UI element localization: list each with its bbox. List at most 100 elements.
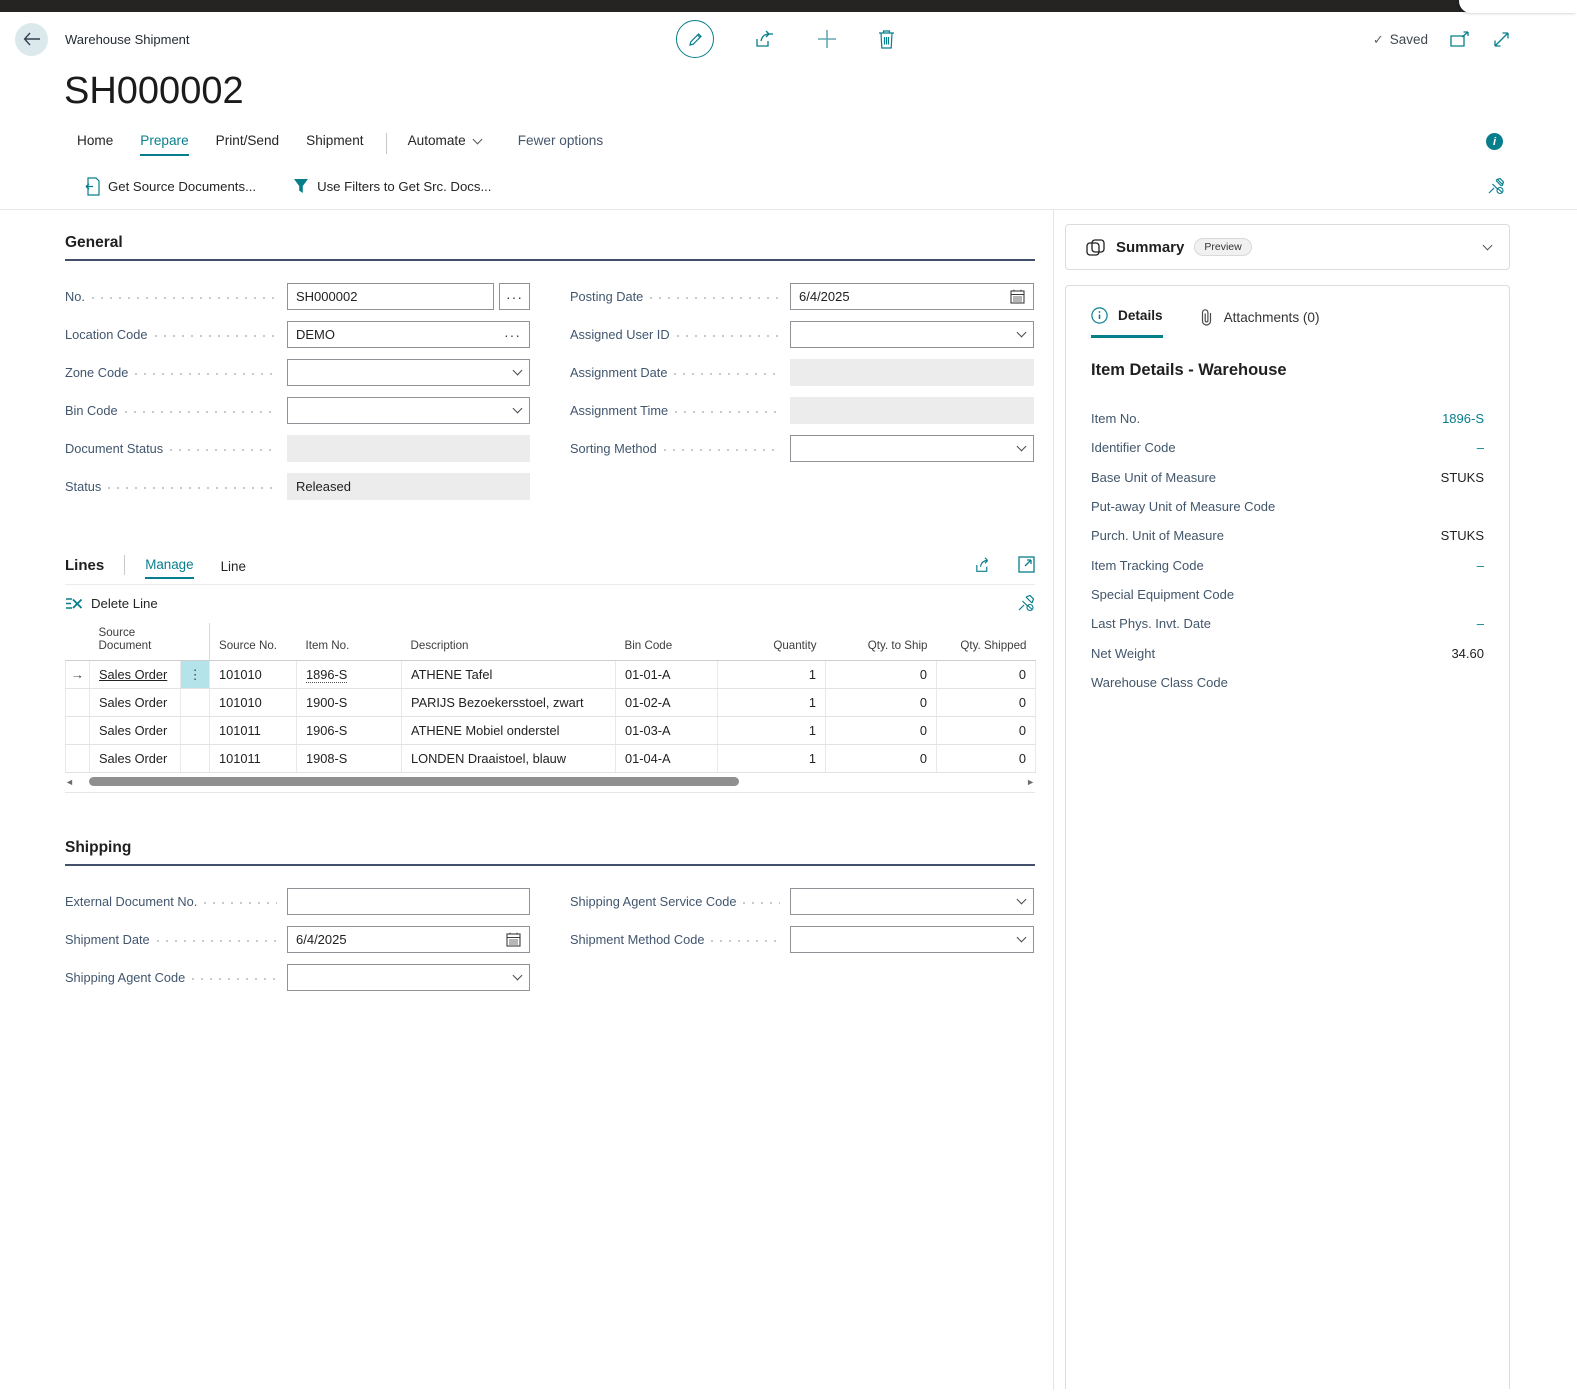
cell-source-no[interactable]: 101010 <box>210 661 297 689</box>
col-bin-code[interactable]: Bin Code <box>616 623 718 661</box>
tab-shipment[interactable]: Shipment <box>306 133 363 154</box>
calendar-icon[interactable] <box>1010 289 1025 304</box>
tab-print-send[interactable]: Print/Send <box>216 133 279 154</box>
cell-bin-code[interactable]: 01-04-A <box>616 745 718 773</box>
cell-source-document[interactable]: Sales Order <box>90 689 181 717</box>
cell-item-no[interactable]: 1896-S <box>297 661 402 689</box>
chevron-down-icon[interactable] <box>1017 895 1027 905</box>
tab-prepare[interactable]: Prepare <box>140 133 188 156</box>
general-section-heading[interactable]: General <box>65 234 1035 261</box>
chevron-down-icon[interactable] <box>513 971 523 981</box>
cell-quantity[interactable]: 1 <box>718 661 826 689</box>
use-filters-button[interactable]: Use Filters to Get Src. Docs... <box>293 178 491 194</box>
sorting-method-dropdown[interactable] <box>790 435 1034 462</box>
share-button[interactable] <box>755 29 776 49</box>
row-menu-cell[interactable] <box>181 717 210 745</box>
row-menu-cell[interactable] <box>181 689 210 717</box>
scroll-left-arrow[interactable]: ◄ <box>65 777 77 787</box>
unpin-icon[interactable] <box>1017 594 1035 612</box>
shipment-date-input-field[interactable] <box>296 932 506 947</box>
summary-card[interactable]: Summary Preview <box>1065 224 1510 270</box>
cell-qty-shipped[interactable]: 0 <box>937 717 1036 745</box>
cell-qty-to-ship[interactable]: 0 <box>826 717 937 745</box>
cell-source-no[interactable]: 101011 <box>210 717 297 745</box>
cell-source-document[interactable]: Sales Order <box>90 717 181 745</box>
col-source-document[interactable]: Source Document <box>90 623 181 661</box>
cell-bin-code[interactable]: 01-03-A <box>616 717 718 745</box>
shipment-method-code-input-field[interactable] <box>799 932 1018 947</box>
calendar-icon[interactable] <box>506 932 521 947</box>
col-quantity[interactable]: Quantity <box>718 623 826 661</box>
no-assist-edit-button[interactable]: ··· <box>499 283 530 310</box>
location-code-input[interactable]: ··· <box>287 321 530 348</box>
shipment-method-code-dropdown[interactable] <box>790 926 1034 953</box>
lines-tab-manage[interactable]: Manage <box>145 557 193 579</box>
delete-line-button[interactable]: Delete Line <box>65 596 158 611</box>
cell-source-document[interactable]: Sales Order <box>90 745 181 773</box>
cell-description[interactable]: ATHENE Tafel <box>402 661 616 689</box>
tab-automate[interactable]: Automate <box>408 133 481 148</box>
no-input[interactable] <box>287 283 494 310</box>
expand-page-button[interactable] <box>1492 30 1511 49</box>
cell-item-no[interactable]: 1906-S <box>297 717 402 745</box>
cell-source-document[interactable]: Sales Order <box>90 661 181 689</box>
unpin-icon[interactable] <box>1487 177 1505 195</box>
lines-focus-mode-icon[interactable] <box>1018 556 1035 574</box>
item-no-link[interactable]: 1896-S <box>1442 411 1484 426</box>
tab-details[interactable]: Details <box>1091 307 1163 338</box>
ellipsis-icon[interactable]: ··· <box>504 330 521 340</box>
lines-tab-line[interactable]: Line <box>221 559 246 579</box>
edit-button[interactable] <box>676 20 714 58</box>
identifier-code-link[interactable]: – <box>1477 440 1484 455</box>
col-item-no[interactable]: Item No. <box>297 623 402 661</box>
shipping-agent-code-dropdown[interactable] <box>287 964 530 991</box>
tab-home[interactable]: Home <box>77 133 113 154</box>
chevron-down-icon[interactable] <box>1017 933 1027 943</box>
cell-item-no[interactable]: 1900-S <box>297 689 402 717</box>
bin-code-input-field[interactable] <box>296 403 514 418</box>
cell-qty-shipped[interactable]: 0 <box>937 661 1036 689</box>
agent-service-code-input-field[interactable] <box>799 894 1018 909</box>
source-document-link[interactable]: Sales Order <box>99 667 167 682</box>
cell-description[interactable]: PARIJS Bezoekersstoel, zwart <box>402 689 616 717</box>
cell-source-no[interactable]: 101010 <box>210 689 297 717</box>
cell-item-no[interactable]: 1908-S <box>297 745 402 773</box>
open-in-new-window-button[interactable] <box>1450 31 1470 49</box>
chevron-down-icon[interactable] <box>513 366 523 376</box>
scrollbar-thumb[interactable] <box>89 777 739 786</box>
cell-qty-shipped[interactable]: 0 <box>937 745 1036 773</box>
chevron-down-icon[interactable] <box>513 404 523 414</box>
cell-quantity[interactable]: 1 <box>718 689 826 717</box>
bin-code-dropdown[interactable] <box>287 397 530 424</box>
new-record-button[interactable] <box>817 29 837 49</box>
assigned-user-dropdown[interactable] <box>790 321 1034 348</box>
tab-fewer-options[interactable]: Fewer options <box>518 133 603 148</box>
sorting-method-input-field[interactable] <box>799 441 1018 456</box>
cell-quantity[interactable]: 1 <box>718 717 826 745</box>
cell-description[interactable]: ATHENE Mobiel onderstel <box>402 717 616 745</box>
cell-description[interactable]: LONDEN Draaistoel, blauw <box>402 745 616 773</box>
col-source-no[interactable]: Source No. <box>210 623 297 661</box>
cell-source-no[interactable]: 101011 <box>210 745 297 773</box>
shipment-date-input[interactable] <box>287 926 530 953</box>
zone-code-input-field[interactable] <box>296 365 514 380</box>
item-no-link[interactable]: 1896-S <box>306 667 347 683</box>
scrollbar-track[interactable] <box>77 777 1023 786</box>
cell-qty-to-ship[interactable]: 0 <box>826 745 937 773</box>
row-menu-cell[interactable] <box>181 745 210 773</box>
scroll-right-arrow[interactable]: ► <box>1023 777 1035 787</box>
col-qty-to-ship[interactable]: Qty. to Ship <box>826 623 937 661</box>
external-doc-no-input[interactable] <box>287 888 530 915</box>
tab-attachments[interactable]: Attachments (0) <box>1199 307 1320 338</box>
posting-date-input[interactable] <box>790 283 1034 310</box>
shipping-section-heading[interactable]: Shipping <box>65 839 1035 866</box>
cell-qty-to-ship[interactable]: 0 <box>826 689 937 717</box>
row-menu-button[interactable]: ⋮ <box>181 661 210 689</box>
agent-service-code-dropdown[interactable] <box>790 888 1034 915</box>
lines-share-icon[interactable] <box>975 556 994 574</box>
shipping-agent-code-input-field[interactable] <box>296 970 514 985</box>
assigned-user-input-field[interactable] <box>799 327 1018 342</box>
cell-qty-to-ship[interactable]: 0 <box>826 661 937 689</box>
zone-code-dropdown[interactable] <box>287 359 530 386</box>
cell-qty-shipped[interactable]: 0 <box>937 689 1036 717</box>
